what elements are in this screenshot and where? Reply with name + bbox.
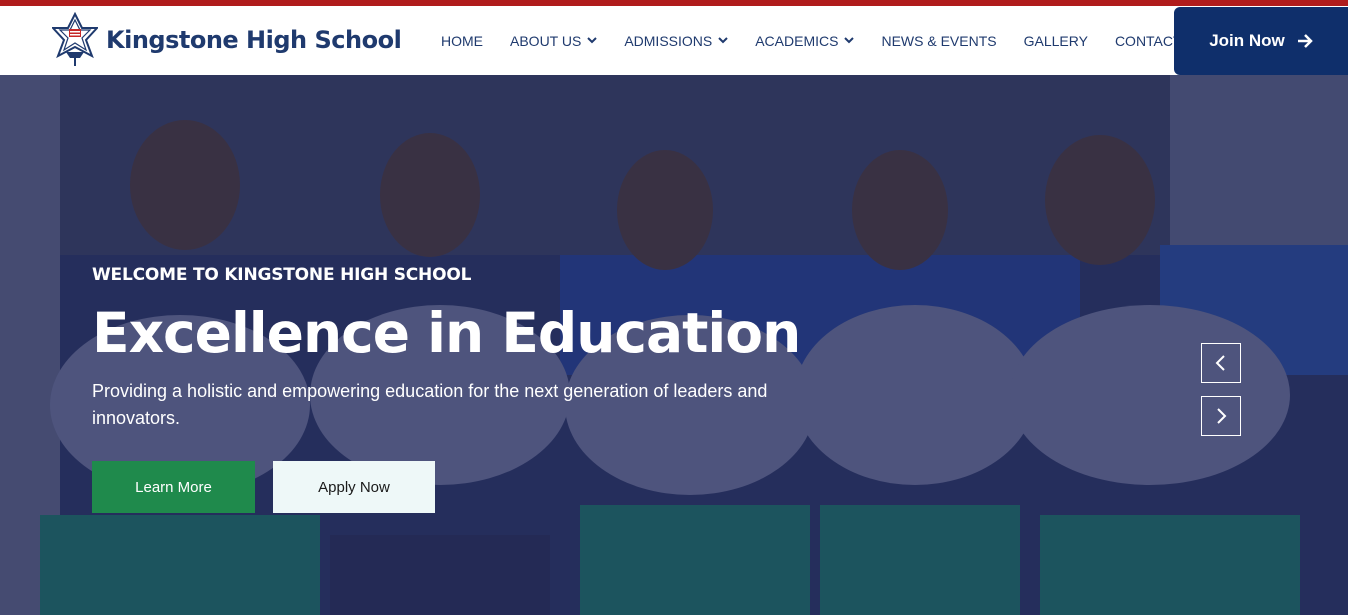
slider-prev-button[interactable] <box>1201 343 1241 383</box>
nav-about-us-label: ABOUT US <box>510 32 582 49</box>
apply-now-button[interactable]: Apply Now <box>273 461 435 513</box>
arrow-right-icon <box>1297 34 1313 48</box>
nav-news-events[interactable]: NEWS & EVENTS <box>881 33 996 49</box>
chevron-left-icon <box>1215 355 1225 371</box>
hero-subtitle: Providing a holistic and empowering educ… <box>92 381 768 428</box>
chevron-down-icon <box>844 37 855 44</box>
brand-home-link[interactable]: Kingstone High School <box>52 12 402 68</box>
nav-gallery[interactable]: GALLERY <box>1024 33 1088 49</box>
star-crest-logo-icon <box>52 12 98 66</box>
hero-headline: Excellence in Education <box>92 301 801 365</box>
join-now-label: Join Now <box>1209 31 1285 50</box>
chevron-right-icon <box>1217 408 1227 424</box>
school-name: Kingstone High School <box>106 26 402 54</box>
nav-home[interactable]: HOME <box>441 33 483 49</box>
nav-admissions[interactable]: ADMISSIONS <box>624 33 728 49</box>
site-header: Kingstone High School HOME ABOUT US ADMI… <box>0 6 1348 75</box>
nav-academics[interactable]: ACADEMICS <box>755 32 855 49</box>
nav-about-us[interactable]: ABOUT US <box>510 32 598 49</box>
chevron-down-icon <box>587 37 598 44</box>
apply-now-label: Apply Now <box>318 478 390 496</box>
hero-slider: WELCOME TO KINGSTONE HIGH SCHOOL Excelle… <box>0 75 1348 615</box>
nav-admissions-label: ADMISSIONS <box>624 32 713 49</box>
nav-gallery-label: GALLERY <box>1023 32 1088 49</box>
join-now-button[interactable]: Join Now <box>1174 7 1348 75</box>
chevron-down-icon <box>718 37 728 44</box>
nav-news-events-label: NEWS & EVENTS <box>881 32 997 49</box>
nav-home-label: HOME <box>441 32 483 49</box>
hero-eyebrow: WELCOME TO KINGSTONE HIGH SCHOOL <box>92 265 472 285</box>
nav-academics-label: ACADEMICS <box>755 32 839 49</box>
learn-more-label: Learn More <box>135 478 212 496</box>
slider-next-button[interactable] <box>1201 396 1241 436</box>
learn-more-button[interactable]: Learn More <box>92 461 255 513</box>
main-nav: HOME ABOUT US ADMISSIONS ACADEMICS NEWS … <box>441 6 1205 75</box>
